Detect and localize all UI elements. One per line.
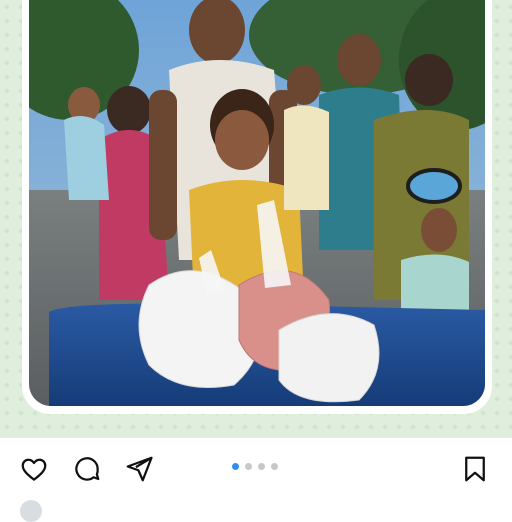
post-photo-illustration [29, 0, 485, 406]
save-button[interactable] [458, 452, 492, 486]
carousel-dot-1[interactable] [232, 463, 239, 470]
share-button[interactable] [122, 452, 156, 486]
like-button[interactable] [17, 452, 51, 486]
post-photo[interactable] [29, 0, 485, 406]
carousel-indicator[interactable] [232, 463, 278, 471]
avatar[interactable] [20, 500, 42, 522]
comment-button[interactable] [70, 452, 104, 486]
bookmark-icon [465, 456, 485, 482]
carousel-dot-4[interactable] [271, 463, 278, 470]
carousel-dot-2[interactable] [245, 463, 252, 470]
comment-icon [75, 457, 100, 481]
post-media[interactable] [0, 0, 512, 438]
heart-icon [21, 458, 47, 481]
send-icon [126, 456, 153, 482]
post-action-bar [0, 438, 512, 505]
carousel-dot-3[interactable] [258, 463, 265, 470]
